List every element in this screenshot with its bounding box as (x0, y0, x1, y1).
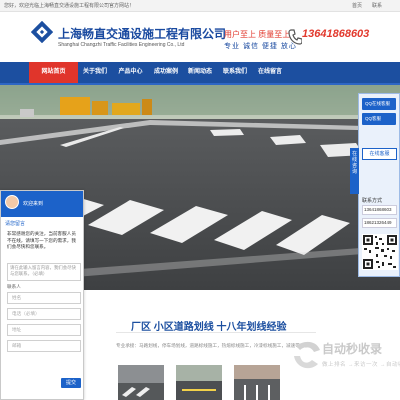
email-input[interactable]: 邮箱 (7, 340, 81, 352)
top-bar: 您好，欢迎光临上海畅直交通设施工程有限公司官方网站！ 首页 联系 (0, 0, 400, 12)
contact-title: 联系方式 (362, 198, 383, 204)
welcome-text: 您好，欢迎光临上海畅直交通设施工程有限公司官方网站！ (4, 3, 135, 9)
company-name: 上海畅直交通设施工程有限公司 (58, 27, 227, 41)
case-thumbnail-1[interactable] (118, 365, 164, 400)
main-nav: 网站首页 关于我们 产品中心 成功案例 新闻动态 联系我们 在线留言 (0, 62, 400, 85)
leave-message-tab[interactable]: 请您留言 (5, 220, 25, 227)
section-description: 专业承接：马路划线，停车场划线，道路标线施工，热熔标线施工，冷漆标线施工，减速带… (116, 343, 314, 348)
case-thumbnail-3[interactable] (234, 365, 280, 400)
online-consult-tab[interactable]: 在线咨询 (350, 148, 359, 194)
site-header: 上海畅直交通设施工程有限公司 Shanghai Changzhi Traffic… (0, 12, 400, 62)
agent-avatar (5, 195, 19, 209)
address-input[interactable]: 地址 (7, 324, 81, 336)
contact-person-label: 联系人 (7, 284, 21, 289)
phone-icon (288, 29, 302, 45)
nav-about[interactable]: 关于我们 (78, 62, 112, 83)
message-chat-panel: 欢迎来到 请您留言 非常感谢您的关注，当前客服人员不在线，请填写一下您的需求，我… (0, 190, 84, 400)
contact-phone-2: 18621326449 (362, 218, 397, 228)
submit-button[interactable]: 提交 (61, 378, 81, 388)
chat-agent-name: 欢迎来到 (23, 201, 44, 207)
company-english-name: Shanghai Changzhi Traffic Facilities Eng… (58, 42, 185, 48)
nav-message[interactable]: 在线留言 (253, 62, 287, 83)
chat-header[interactable]: 欢迎来到 (1, 191, 83, 217)
contact-phone-1: 13641868603 (362, 205, 397, 215)
online-service-label[interactable]: 在线客服 (362, 148, 397, 160)
case-thumbnail-2[interactable] (176, 365, 222, 400)
qq-service-button-2[interactable]: QQ客服 (362, 113, 396, 125)
section-divider (116, 332, 316, 333)
topbar-home-link[interactable]: 首页 (352, 2, 362, 9)
nav-news[interactable]: 新闻动态 (183, 62, 217, 83)
nav-products[interactable]: 产品中心 (112, 62, 149, 83)
nav-cases[interactable]: 成功案例 (149, 62, 183, 83)
offline-message: 非常感谢您的关注，当前客服人员不在线，请填写一下您的需求，我们会尽快和您联系。 (7, 231, 76, 249)
wechat-qr-code (362, 234, 398, 270)
slogan-service: 专业 诚信 便捷 放心 (224, 43, 297, 50)
message-textarea[interactable]: 请在此输入留言内容，我们会尽快与您联系。（必填） (7, 263, 81, 281)
company-logo[interactable] (31, 21, 53, 43)
section-title: 厂区 小区道路划线 十八年划线经验 (131, 322, 287, 333)
qq-service-button-1[interactable]: QQ在线客服 (362, 98, 396, 110)
topbar-contact-link[interactable]: 联系 (372, 2, 382, 9)
nav-contact[interactable]: 联系我们 (217, 62, 253, 83)
name-input[interactable]: 姓名 (7, 292, 81, 304)
phone-input[interactable]: 电话（必填） (7, 308, 81, 320)
watermark-subtext: 做上排名 →来访一次 →自动收录 (322, 362, 400, 368)
side-contact-widget: QQ在线客服 QQ客服 在线客服 在线咨询 联系方式 13641868603 1… (350, 93, 400, 277)
nav-home[interactable]: 网站首页 (29, 62, 78, 83)
slogan-quality: 用户至上 质量至上 (224, 30, 291, 39)
hotline-number[interactable]: 13641868603 (302, 28, 369, 40)
watermark-text: 自动秒收录 (322, 342, 383, 356)
